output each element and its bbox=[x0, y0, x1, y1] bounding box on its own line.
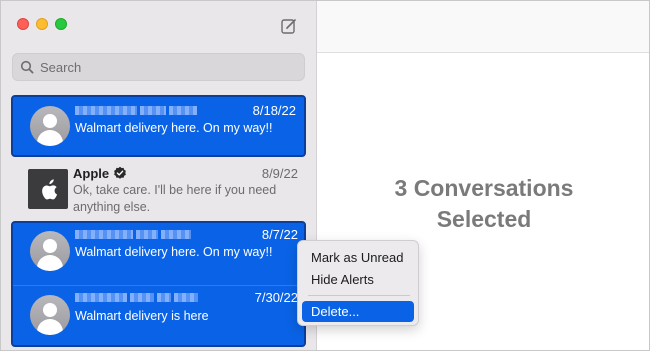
search-field[interactable] bbox=[12, 53, 305, 81]
messages-window: 8/18/22 Walmart delivery here. On my way… bbox=[0, 0, 650, 351]
conversation-item[interactable]: 7/30/22 Walmart delivery is here bbox=[13, 286, 304, 347]
conversation-date: 8/18/22 bbox=[252, 103, 296, 118]
menu-item-delete[interactable]: Delete... bbox=[302, 301, 414, 322]
avatar-icon bbox=[30, 106, 70, 146]
conversation-list: 8/18/22 Walmart delivery here. On my way… bbox=[1, 93, 317, 350]
menu-item-mark-as-unread[interactable]: Mark as Unread bbox=[302, 247, 414, 268]
window-controls bbox=[17, 18, 67, 30]
conversation-date: 7/30/22 bbox=[254, 290, 298, 305]
conversation-preview: Ok, take care. I'll be here if you need … bbox=[73, 182, 298, 216]
verified-badge-icon bbox=[113, 166, 127, 180]
preview-line: anything else. bbox=[73, 200, 151, 214]
context-menu: Mark as Unread Hide Alerts Delete... bbox=[297, 240, 419, 326]
conversation-date: 8/7/22 bbox=[261, 227, 298, 242]
conversation-preview: Walmart delivery is here bbox=[75, 309, 209, 323]
conversation-preview: Walmart delivery here. On my way!! bbox=[75, 245, 273, 259]
search-input[interactable] bbox=[40, 59, 280, 75]
close-window-button[interactable] bbox=[17, 18, 29, 30]
minimize-window-button[interactable] bbox=[36, 18, 48, 30]
menu-separator bbox=[308, 295, 410, 296]
zoom-window-button[interactable] bbox=[55, 18, 67, 30]
avatar-icon bbox=[30, 231, 70, 271]
conversation-item[interactable]: Apple 8/9/22 Ok, take care. I'll be here… bbox=[11, 161, 306, 217]
conversation-preview: Walmart delivery here. On my way!! bbox=[75, 121, 273, 135]
main-toolbar bbox=[317, 1, 649, 53]
contact-name: Apple bbox=[73, 166, 110, 181]
compose-icon[interactable] bbox=[280, 17, 298, 35]
preview-line: Ok, take care. I'll be here if you need bbox=[73, 183, 277, 197]
selection-status-line: 3 Conversations bbox=[394, 175, 574, 201]
menu-item-hide-alerts[interactable]: Hide Alerts bbox=[302, 269, 414, 290]
contact-name-redacted bbox=[75, 106, 197, 115]
conversation-date: 8/9/22 bbox=[261, 166, 298, 181]
contact-name-redacted bbox=[75, 230, 191, 239]
selection-status: 3 Conversations Selected bbox=[317, 173, 649, 235]
conversation-item[interactable]: 8/7/22 Walmart delivery here. On my way!… bbox=[13, 223, 304, 285]
contact-name-redacted bbox=[75, 293, 198, 302]
sidebar: 8/18/22 Walmart delivery here. On my way… bbox=[1, 1, 317, 350]
apple-logo-icon bbox=[28, 169, 68, 209]
search-icon bbox=[20, 60, 34, 74]
conversation-item[interactable]: 8/18/22 Walmart delivery here. On my way… bbox=[11, 95, 306, 157]
selection-status-line: Selected bbox=[436, 206, 532, 232]
avatar-icon bbox=[30, 295, 70, 335]
selected-conversations-group: 8/7/22 Walmart delivery here. On my way!… bbox=[11, 221, 306, 347]
